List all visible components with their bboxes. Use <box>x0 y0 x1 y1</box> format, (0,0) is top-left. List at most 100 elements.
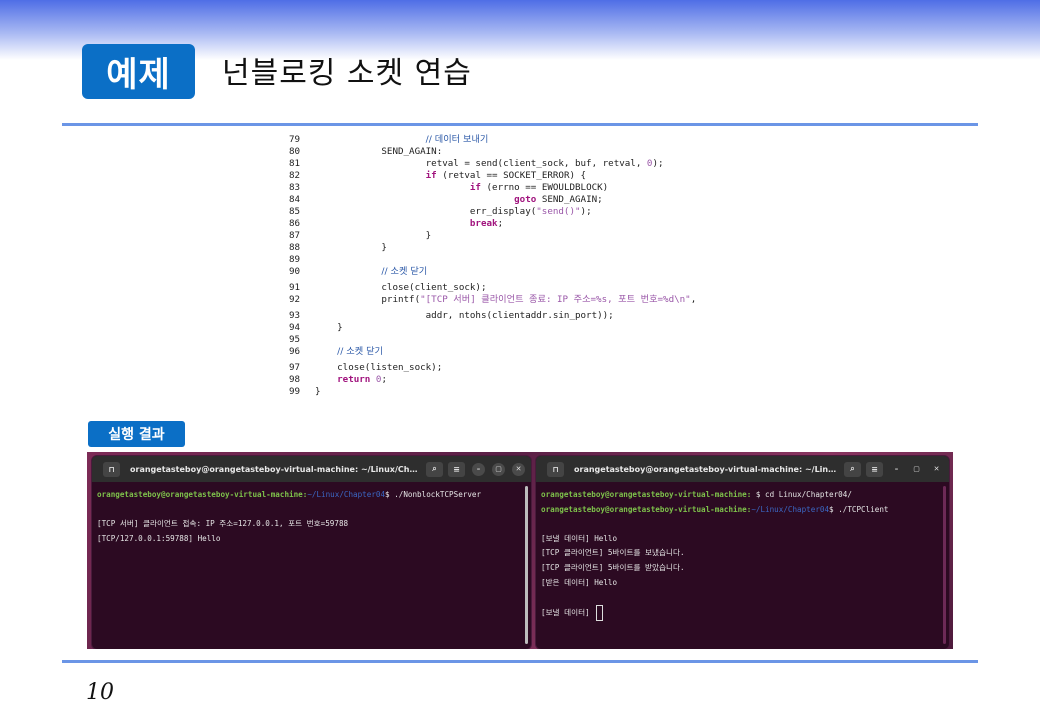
line-number: 87 <box>289 230 301 241</box>
code-token: if <box>469 182 481 193</box>
input-line: [보낼 데이터] <box>541 604 944 621</box>
code-token: retval = send(client_sock, buf, retval, <box>315 158 647 169</box>
line-number: 79 <box>289 134 301 145</box>
desktop-screenshot: ⊓ orangetasteboy@orangetasteboy-virtual-… <box>87 452 953 649</box>
code-token: SEND_AGAIN; <box>536 194 603 205</box>
line-number: 80 <box>289 146 301 157</box>
output-line: [보낼 데이터] Hello <box>541 533 618 543</box>
new-tab-icon[interactable]: ⊓ <box>547 461 564 477</box>
line-number: 82 <box>289 170 301 181</box>
code-line: 94 } <box>289 322 769 334</box>
code-token: close(client_sock); <box>315 282 487 293</box>
close-icon[interactable]: ✕ <box>930 463 943 476</box>
new-tab-icon[interactable]: ⊓ <box>103 461 120 477</box>
text-cursor <box>596 604 604 621</box>
bottom-divider <box>62 660 978 663</box>
example-badge: 예제 <box>82 44 195 99</box>
line-number: 93 <box>289 310 301 321</box>
code-line: 92 printf("[TCP 서버] 클라이언트 종료: IP 주소=%s, … <box>289 294 769 306</box>
output-line: [TCP/127.0.0.1:59788] Hello <box>97 533 221 543</box>
line-number: 99 <box>289 386 301 397</box>
code-token: // 소켓 닫기 <box>337 346 383 357</box>
code-token: SEND_AGAIN: <box>315 146 443 157</box>
code-token: } <box>315 230 432 241</box>
code-line: 95 <box>289 334 769 346</box>
close-icon[interactable]: ✕ <box>512 462 525 476</box>
code-line: 81 retval = send(client_sock, buf, retva… <box>289 158 769 170</box>
top-divider <box>62 123 978 126</box>
code-token: err_display( <box>315 206 537 217</box>
code-line: 93 addr, ntohs(clientaddr.sin_port)); <box>289 310 769 322</box>
code-line: 88 } <box>289 242 769 254</box>
code-token: if <box>425 170 437 181</box>
menu-icon[interactable]: ≡ <box>866 461 883 477</box>
code-token: "[TCP 서버] 클라이언트 종료: IP 주소=%s, 포트 번호=%d\n… <box>420 294 691 305</box>
prompt-line: orangetasteboy@orangetasteboy-virtual-ma… <box>541 504 889 514</box>
code-token: // 소켓 닫기 <box>381 266 428 277</box>
line-number: 92 <box>289 294 301 305</box>
code-line: 85 err_display("send()"); <box>289 206 769 218</box>
code-token: break <box>469 218 498 229</box>
code-line: 84 goto SEND_AGAIN; <box>289 194 769 206</box>
line-number: 89 <box>289 254 301 265</box>
line-number: 88 <box>289 242 301 253</box>
line-number: 90 <box>289 266 301 277</box>
code-line: 80 SEND_AGAIN: <box>289 146 769 158</box>
terminal-titlebar: ⊓ orangetasteboy@orangetasteboy-virtual-… <box>536 456 949 482</box>
output-line: [TCP 클라이언트] 5바이트를 보냈습니다. <box>541 548 685 558</box>
slide-title: 넌블로킹 소켓 연습 <box>222 56 472 91</box>
output-line: [TCP 클라이언트] 5바이트를 받았습니다. <box>541 562 685 572</box>
code-token: , <box>690 294 697 305</box>
scrollbar[interactable] <box>525 486 528 644</box>
code-token: ); <box>580 206 592 217</box>
code-token: ; <box>497 218 504 229</box>
terminal-title: orangetasteboy@orangetasteboy-virtual-ma… <box>574 464 839 474</box>
terminal-titlebar: ⊓ orangetasteboy@orangetasteboy-virtual-… <box>92 456 531 482</box>
code-line: 79 // 데이터 보내기 <box>289 134 769 146</box>
code-token: printf( <box>315 294 421 305</box>
menu-icon[interactable]: ≡ <box>448 461 465 477</box>
line-number: 86 <box>289 218 301 229</box>
code-line: 82 if (retval == SOCKET_ERROR) { <box>289 170 769 182</box>
scrollbar[interactable] <box>943 486 946 644</box>
minimize-icon[interactable]: – <box>890 463 903 476</box>
page-number: 10 <box>86 680 114 705</box>
minimize-icon[interactable]: – <box>472 462 485 476</box>
code-line: 89 <box>289 254 769 266</box>
code-line: 91 close(client_sock); <box>289 282 769 294</box>
line-number: 95 <box>289 334 301 345</box>
code-line: 90 // 소켓 닫기 <box>289 266 769 278</box>
line-number: 84 <box>289 194 301 205</box>
line-number: 91 <box>289 282 301 293</box>
code-token: (retval == SOCKET_ERROR) { <box>436 170 587 181</box>
code-line: 98 return 0; <box>289 374 769 386</box>
code-line: 96 // 소켓 닫기 <box>289 346 769 358</box>
maximize-icon[interactable]: ▢ <box>492 462 505 476</box>
terminal-output[interactable]: orangetasteboy@orangetasteboy-virtual-ma… <box>92 482 531 552</box>
code-line: 83 if (errno == EWOULDBLOCK) <box>289 182 769 194</box>
code-line: 86 break; <box>289 218 769 230</box>
search-icon[interactable]: ⌕ <box>844 461 861 477</box>
code-line: 87 } <box>289 230 769 242</box>
prompt-line: orangetasteboy@orangetasteboy-virtual-ma… <box>541 490 852 499</box>
code-listing: 79 // 데이터 보내기 80 SEND_AGAIN: 81 retval = s… <box>289 134 769 398</box>
code-line: 97 close(listen_sock); <box>289 362 769 374</box>
terminal-title: orangetasteboy@orangetasteboy-virtual-ma… <box>130 464 421 474</box>
line-number: 83 <box>289 182 301 193</box>
terminal-output[interactable]: orangetasteboy@orangetasteboy-virtual-ma… <box>536 482 949 625</box>
code-token: ; <box>381 374 387 385</box>
maximize-icon[interactable]: ▢ <box>910 463 923 476</box>
server-terminal-window: ⊓ orangetasteboy@orangetasteboy-virtual-… <box>91 455 532 649</box>
code-token: addr, ntohs(clientaddr.sin_port)); <box>315 310 614 321</box>
output-line: [TCP 서버] 클라이언트 접속: IP 주소=127.0.0.1, 포트 번… <box>97 519 349 529</box>
code-token: } <box>315 322 343 333</box>
search-icon[interactable]: ⌕ <box>426 461 443 477</box>
client-terminal-window: ⊓ orangetasteboy@orangetasteboy-virtual-… <box>535 455 950 649</box>
